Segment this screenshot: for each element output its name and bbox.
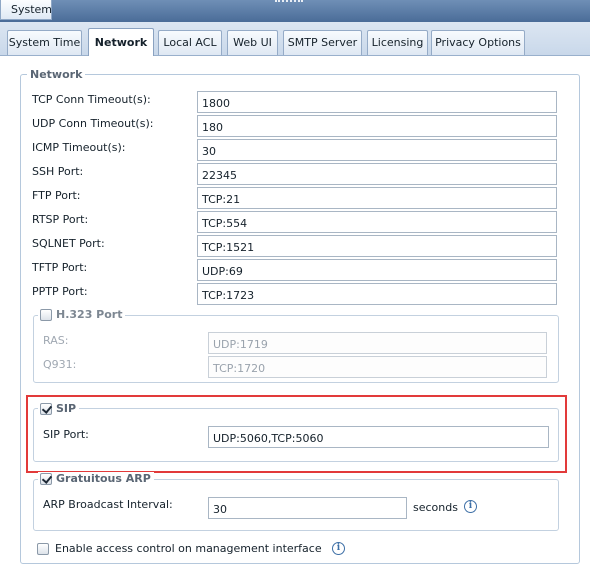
ssh-port-label: SSH Port:: [32, 165, 84, 178]
arp-interval-input[interactable]: 30: [208, 497, 407, 519]
network-legend: Network: [27, 68, 86, 81]
udp-timeout-input[interactable]: 180: [197, 115, 557, 137]
access-control-row: Enable access control on management inte…: [37, 542, 322, 555]
arp-interval-label: ARP Broadcast Interval:: [43, 498, 173, 511]
sqlnet-port-input[interactable]: TCP:1521: [197, 235, 557, 257]
pptp-port-input[interactable]: TCP:1723: [197, 283, 557, 305]
garp-checkbox[interactable]: [40, 472, 52, 485]
tab-web-ui[interactable]: Web UI: [227, 30, 278, 55]
module-tab-system[interactable]: System: [0, 0, 52, 20]
tab-system-time[interactable]: System Time: [7, 30, 82, 55]
rtsp-port-input[interactable]: TCP:554: [197, 211, 557, 233]
info-icon[interactable]: i: [464, 500, 477, 513]
tab-bar: System Time Network Local ACL Web UI SMT…: [0, 22, 590, 56]
garp-legend-label: Gratuitous ARP: [56, 472, 151, 485]
highlight-frame: [26, 395, 567, 473]
tftp-port-input[interactable]: UDP:69: [197, 259, 557, 281]
h323-legend-label: H.323 Port: [56, 308, 123, 321]
garp-legend: Gratuitous ARP: [38, 472, 154, 485]
q931-label: Q931:: [43, 358, 77, 371]
ftp-port-input[interactable]: TCP:21: [197, 187, 557, 209]
arp-interval-unit: seconds: [413, 501, 458, 514]
tab-smtp-server[interactable]: SMTP Server: [283, 30, 362, 55]
ssh-port-input[interactable]: 22345: [197, 163, 557, 185]
tab-privacy-options[interactable]: Privacy Options: [431, 30, 525, 55]
icmp-timeout-label: ICMP Timeout(s):: [32, 141, 126, 154]
q931-input[interactable]: TCP:1720: [208, 356, 547, 378]
udp-timeout-label: UDP Conn Timeout(s):: [32, 117, 154, 130]
tcp-timeout-label: TCP Conn Timeout(s):: [32, 93, 151, 106]
tab-network[interactable]: Network: [88, 28, 154, 56]
h323-checkbox[interactable]: [40, 308, 52, 321]
rtsp-port-label: RTSP Port:: [32, 213, 89, 226]
sqlnet-port-label: SQLNET Port:: [32, 237, 105, 250]
tab-local-acl[interactable]: Local ACL: [158, 30, 222, 55]
access-control-checkbox[interactable]: [37, 542, 49, 555]
tftp-port-label: TFTP Port:: [32, 261, 88, 274]
info-icon[interactable]: i: [332, 542, 345, 555]
pptp-port-label: PPTP Port:: [32, 285, 88, 298]
ftp-port-label: FTP Port:: [32, 189, 81, 202]
header-bar: System: [0, 0, 590, 22]
tcp-timeout-input[interactable]: 1800: [197, 91, 557, 113]
icmp-timeout-input[interactable]: 30: [197, 139, 557, 161]
resize-grip[interactable]: [275, 0, 303, 3]
h323-legend: H.323 Port: [38, 308, 126, 321]
ras-input[interactable]: UDP:1719: [208, 332, 547, 354]
ras-label: RAS:: [43, 334, 69, 347]
tab-licensing[interactable]: Licensing: [367, 30, 428, 55]
access-control-label: Enable access control on management inte…: [55, 542, 322, 555]
